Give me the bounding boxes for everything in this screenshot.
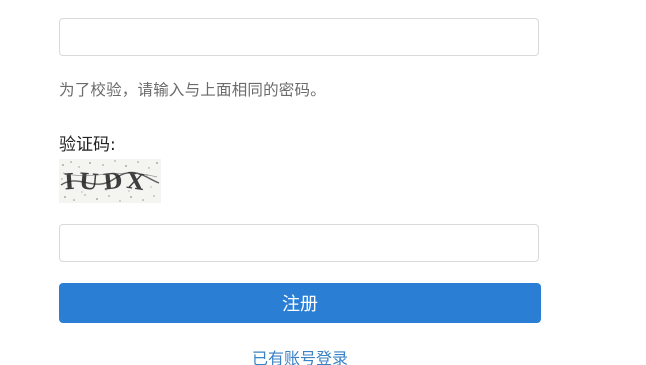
confirm-password-help-text: 为了校验，请输入与上面相同的密码。 (59, 81, 326, 99)
existing-account-login-link[interactable]: 已有账号登录 (59, 345, 541, 365)
register-form: 为了校验，请输入与上面相同的密码。 验证码: I U D X 注册 已有账号登录 (0, 0, 646, 365)
captcha-image[interactable]: I U D X (59, 159, 161, 203)
captcha-input[interactable] (59, 224, 539, 262)
svg-text:D: D (102, 168, 124, 196)
captcha-label: 验证码: (59, 135, 116, 155)
register-button[interactable]: 注册 (59, 283, 541, 323)
confirm-password-input[interactable] (59, 18, 539, 56)
